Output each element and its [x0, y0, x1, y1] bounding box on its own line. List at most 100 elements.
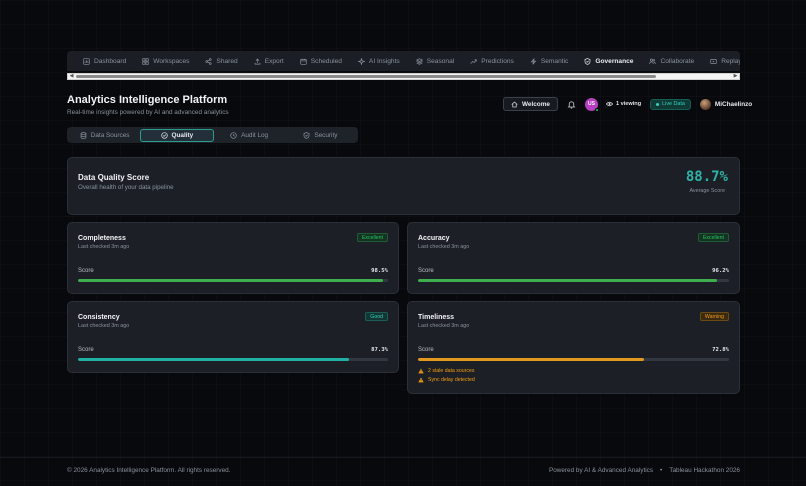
score-progress-track: [418, 279, 729, 282]
score-progress-track: [78, 279, 388, 282]
score-value: 87.3%: [371, 347, 388, 353]
metric-title: Consistency: [78, 314, 120, 321]
top-nav: Dashboard Workspaces Shared Export Scheduled…: [67, 51, 740, 71]
clock-icon: [230, 131, 237, 139]
page-title: Analytics Intelligence Platform: [67, 94, 228, 106]
warning-icon: [418, 377, 424, 383]
metric-title: Accuracy: [418, 235, 450, 242]
score-progress-fill: [78, 279, 384, 282]
summary-title: Data Quality Score: [78, 173, 150, 182]
footer-separator: •: [660, 467, 663, 474]
nav-item-label: Collaborate: [660, 57, 695, 65]
warning-item: Sync delay detected: [418, 377, 475, 383]
bell-icon[interactable]: [567, 100, 576, 109]
metric-card-consistency: Consistency Last checked 3m ago Good Score 8…: [67, 301, 399, 373]
nav-item-label: AI Insights: [368, 57, 400, 65]
nav-item-label: Scheduled: [310, 57, 342, 65]
user-name: MiChaelinzo: [714, 100, 753, 108]
database-icon: [80, 131, 87, 139]
warning-text: Sync delay detected: [428, 377, 475, 383]
score-label: Score: [78, 347, 94, 353]
status-badge: Good: [365, 312, 388, 321]
metric-last-checked: Last checked 3m ago: [418, 244, 470, 250]
metric-last-checked: Last checked 3m ago: [78, 244, 130, 250]
bolt-icon: [530, 57, 537, 65]
live-dot-icon: [656, 102, 660, 106]
footer-event: Tableau Hackathon 2026: [669, 467, 740, 474]
nav-item-governance[interactable]: Governance: [576, 51, 641, 71]
nav-item-collaborate[interactable]: Collaborate: [641, 51, 702, 71]
welcome-button[interactable]: Welcome: [503, 97, 558, 111]
nav-item-label: Seasonal: [426, 57, 455, 65]
status-badge: Excellent: [356, 233, 388, 242]
tab-audit-log[interactable]: Audit Log: [214, 129, 285, 142]
scrollbar-thumb[interactable]: [76, 75, 656, 78]
home-icon: [511, 101, 518, 107]
page-subtitle: Real-time insights powered by AI and adv…: [67, 109, 229, 116]
warning-icon: [418, 368, 424, 374]
nav-item-label: Shared: [216, 57, 238, 65]
governance-subtabs: Data Sources Quality Audit Log Security: [67, 127, 358, 143]
grid-icon: [142, 57, 149, 65]
score-progress-fill: [418, 358, 645, 361]
shield-icon: [584, 57, 591, 65]
nav-item-label: Governance: [595, 57, 634, 65]
eye-icon: [605, 101, 613, 107]
sparkle-icon: [357, 57, 365, 65]
check-circle-icon: [160, 131, 168, 139]
nav-item-dashboard[interactable]: Dashboard: [75, 51, 134, 71]
metric-title: Completeness: [78, 235, 126, 242]
nav-item-workspaces[interactable]: Workspaces: [134, 51, 197, 71]
nav-item-label: Dashboard: [94, 57, 127, 65]
nav-item-predictions[interactable]: Predictions: [462, 51, 522, 71]
nav-item-seasonal[interactable]: Seasonal: [408, 51, 463, 71]
score-progress-track: [78, 358, 388, 361]
user-menu[interactable]: MiChaelinzo: [699, 98, 753, 110]
warning-text: 2 stale data sources: [428, 368, 475, 374]
shield-icon: [303, 131, 310, 139]
metric-card-accuracy: Accuracy Last checked 3m ago Excellent Scor…: [407, 222, 740, 294]
tab-label: Audit Log: [241, 131, 269, 139]
live-label: Live Data: [662, 101, 685, 107]
nav-item-replay[interactable]: Replay: [702, 51, 740, 71]
nav-item-ai-insights[interactable]: AI Insights: [350, 51, 408, 71]
live-data-badge: Live Data: [650, 98, 691, 110]
avatar[interactable]: US: [584, 97, 599, 112]
nav-item-label: Predictions: [481, 57, 514, 65]
nav-scrollbar[interactable]: ◀ ▶: [67, 73, 740, 80]
layers-icon: [415, 57, 423, 65]
footer-powered: Powered by AI & Advanced Analytics: [548, 467, 654, 474]
score-value: 98.5%: [371, 268, 388, 274]
tab-label: Security: [314, 131, 338, 139]
footer-credits: Powered by AI & Advanced Analytics • Tab…: [549, 467, 740, 474]
score-value: 96.2%: [712, 268, 729, 274]
data-quality-summary: Data Quality Score Overall health of you…: [67, 157, 740, 215]
trend-icon: [470, 58, 477, 64]
scroll-left-icon[interactable]: ◀: [68, 74, 75, 79]
score-label: Score: [418, 268, 434, 274]
footer-divider: [0, 457, 806, 458]
metric-title: Timeliness: [418, 314, 455, 321]
score-progress-track: [418, 358, 729, 361]
metric-card-completeness: Completeness Last checked 3m ago Excellent…: [67, 222, 399, 294]
scroll-right-icon[interactable]: ▶: [732, 74, 739, 79]
score-progress-fill: [418, 279, 718, 282]
status-badge: Warning: [699, 312, 729, 321]
score-label: Score: [418, 347, 434, 353]
warning-item: 2 stale data sources: [418, 368, 474, 374]
score-label: Score: [78, 268, 94, 274]
tab-quality[interactable]: Quality: [140, 128, 214, 142]
online-dot: [594, 107, 599, 112]
nav-item-shared[interactable]: Shared: [197, 51, 245, 71]
tab-data-sources[interactable]: Data Sources: [69, 129, 140, 142]
status-badge: Excellent: [697, 233, 729, 242]
nav-item-label: Workspaces: [153, 57, 190, 65]
tab-security[interactable]: Security: [285, 129, 356, 142]
users-icon: [649, 58, 657, 64]
nav-item-scheduled[interactable]: Scheduled: [292, 51, 350, 71]
welcome-label: Welcome: [522, 100, 550, 108]
user-avatar: [699, 98, 711, 110]
nav-item-semantic[interactable]: Semantic: [522, 51, 577, 71]
nav-item-export[interactable]: Export: [246, 51, 292, 71]
metric-last-checked: Last checked 3m ago: [78, 323, 130, 329]
